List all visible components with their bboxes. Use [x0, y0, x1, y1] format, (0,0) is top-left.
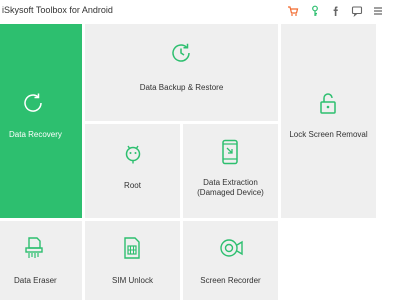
tile-label: SIM Unlock — [112, 276, 153, 285]
tools-grid: Data Recovery Data Backup & Restore Lock… — [0, 24, 376, 300]
app-title: iSkysoft Toolbox for Android — [2, 5, 113, 15]
tile-label: Data Recovery — [9, 130, 62, 139]
clock-sync-icon — [168, 40, 194, 66]
camera-record-icon — [218, 235, 244, 261]
refresh-icon — [20, 90, 46, 116]
tile-label: Data Backup & Restore — [139, 83, 224, 92]
tile-data-eraser[interactable]: Data Eraser — [0, 221, 82, 300]
sim-card-icon — [121, 235, 143, 261]
phone-extract-icon — [218, 138, 242, 166]
tile-data-extraction[interactable]: Data Extraction (Damaged Device) — [183, 124, 278, 218]
key-icon[interactable] — [308, 4, 322, 18]
tile-screen-recorder[interactable]: Screen Recorder — [183, 221, 278, 300]
tile-sim-unlock[interactable]: SIM Unlock — [85, 221, 180, 300]
menu-icon[interactable] — [371, 4, 385, 18]
facebook-icon[interactable] — [329, 4, 343, 18]
tile-label: Data Extraction (Damaged Device) — [197, 178, 264, 197]
tile-label: Root — [124, 181, 141, 190]
tile-lock-screen-removal[interactable]: Lock Screen Removal — [281, 24, 376, 218]
padlock-icon — [316, 90, 340, 116]
tile-label: Lock Screen Removal — [289, 130, 368, 139]
title-bar: iSkysoft Toolbox for Android — [0, 0, 400, 24]
feedback-icon[interactable] — [350, 4, 364, 18]
tile-data-recovery[interactable]: Data Recovery — [0, 24, 82, 218]
tile-root[interactable]: Root — [85, 124, 180, 218]
shredder-icon — [22, 235, 46, 261]
tile-data-backup-restore[interactable]: Data Backup & Restore — [85, 24, 278, 121]
tile-label: Data Eraser — [14, 276, 57, 285]
tile-label: Screen Recorder — [200, 276, 261, 285]
android-icon — [120, 140, 146, 166]
cart-icon[interactable] — [286, 4, 300, 18]
